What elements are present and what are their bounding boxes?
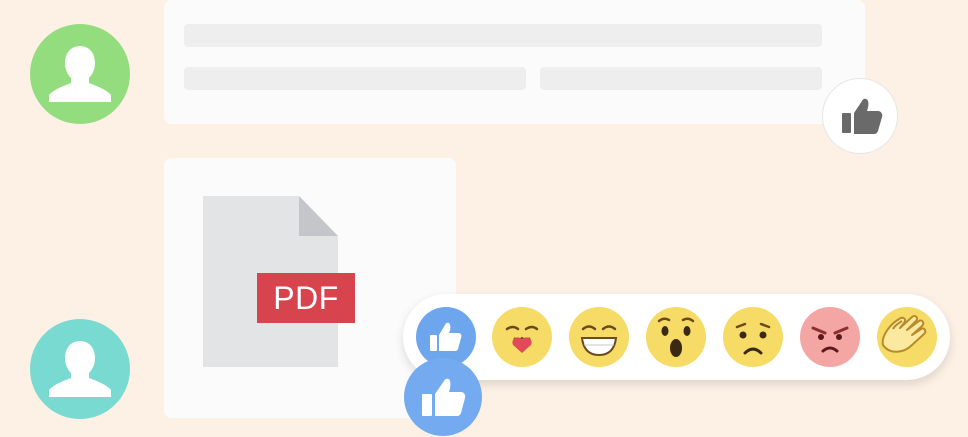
thumbs-up-icon (842, 98, 883, 134)
text-message-card[interactable] (164, 0, 865, 124)
user-silhouette-icon (49, 341, 111, 397)
like-reaction-selected[interactable] (404, 358, 482, 436)
wow-face-icon (657, 317, 695, 357)
angry-face-icon (811, 326, 849, 353)
reaction-love[interactable] (492, 307, 552, 367)
reaction-wow[interactable] (646, 307, 706, 367)
avatar-user-2[interactable] (30, 319, 130, 419)
grin-face-icon (580, 325, 618, 357)
avatar-user-1[interactable] (30, 24, 130, 124)
reaction-sad[interactable] (723, 307, 783, 367)
sad-face-icon (735, 322, 771, 355)
reaction-angry[interactable] (800, 307, 860, 367)
reaction-picker (403, 294, 950, 380)
text-placeholder-line (540, 67, 822, 90)
reaction-haha[interactable] (569, 307, 629, 367)
pdf-file-type-label: PDF (257, 273, 355, 323)
user-silhouette-icon (49, 46, 111, 102)
reaction-clap[interactable] (877, 307, 937, 367)
thumbs-up-icon (422, 378, 466, 416)
text-placeholder-line (184, 24, 822, 47)
love-kiss-face-icon (505, 325, 539, 353)
clap-hands-icon (881, 314, 927, 353)
like-reaction-button[interactable] (822, 78, 898, 154)
text-placeholder-line (184, 67, 526, 90)
